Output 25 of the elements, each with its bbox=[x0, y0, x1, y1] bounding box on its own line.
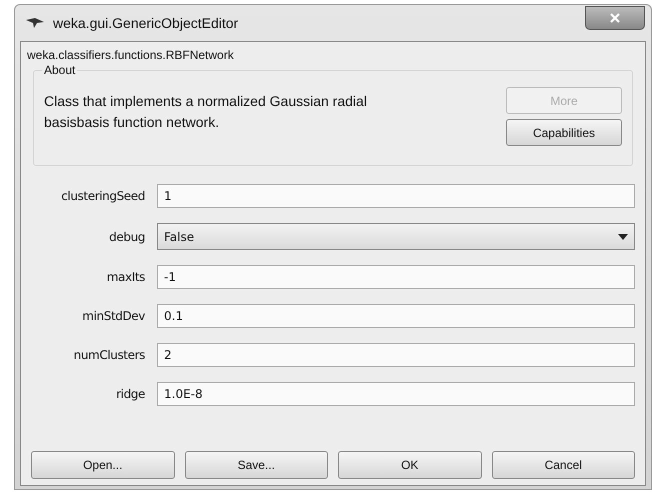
input-field[interactable]: 2 bbox=[157, 343, 635, 367]
dialog-button[interactable]: Cancel bbox=[492, 451, 635, 479]
bird-icon bbox=[25, 17, 45, 29]
property-label: clusteringSeed bbox=[60, 189, 145, 203]
property-label: ridge bbox=[115, 387, 145, 401]
input-field[interactable]: 0.1 bbox=[157, 304, 635, 328]
property-label: numClusters bbox=[72, 348, 145, 362]
dropdown-field[interactable]: False bbox=[157, 223, 635, 250]
window-title: weka.gui.GenericObjectEditor bbox=[53, 15, 238, 31]
class-name: weka.classifiers.functions.RBFNetwork bbox=[27, 48, 235, 62]
dialog-button[interactable]: OK bbox=[338, 451, 482, 479]
property-label: maxIts bbox=[106, 270, 145, 284]
close-button[interactable] bbox=[585, 6, 645, 30]
group-title: About bbox=[42, 63, 78, 77]
description-text: Class that implements a normalized Gaussian radial basisbasis function network. bbox=[44, 92, 368, 132]
about-button[interactable]: Capabilities bbox=[506, 119, 622, 146]
close-icon bbox=[609, 13, 621, 23]
caret-icon bbox=[618, 234, 628, 240]
input-field[interactable]: -1 bbox=[157, 265, 635, 289]
property-label: minStdDev bbox=[81, 309, 145, 323]
dialog-button[interactable]: Save... bbox=[184, 451, 328, 479]
dialog-button[interactable]: Open... bbox=[31, 451, 174, 479]
property-label: debug bbox=[108, 230, 145, 244]
input-field[interactable]: 1.0E-8 bbox=[157, 382, 635, 406]
input-field[interactable]: 1 bbox=[157, 184, 635, 208]
